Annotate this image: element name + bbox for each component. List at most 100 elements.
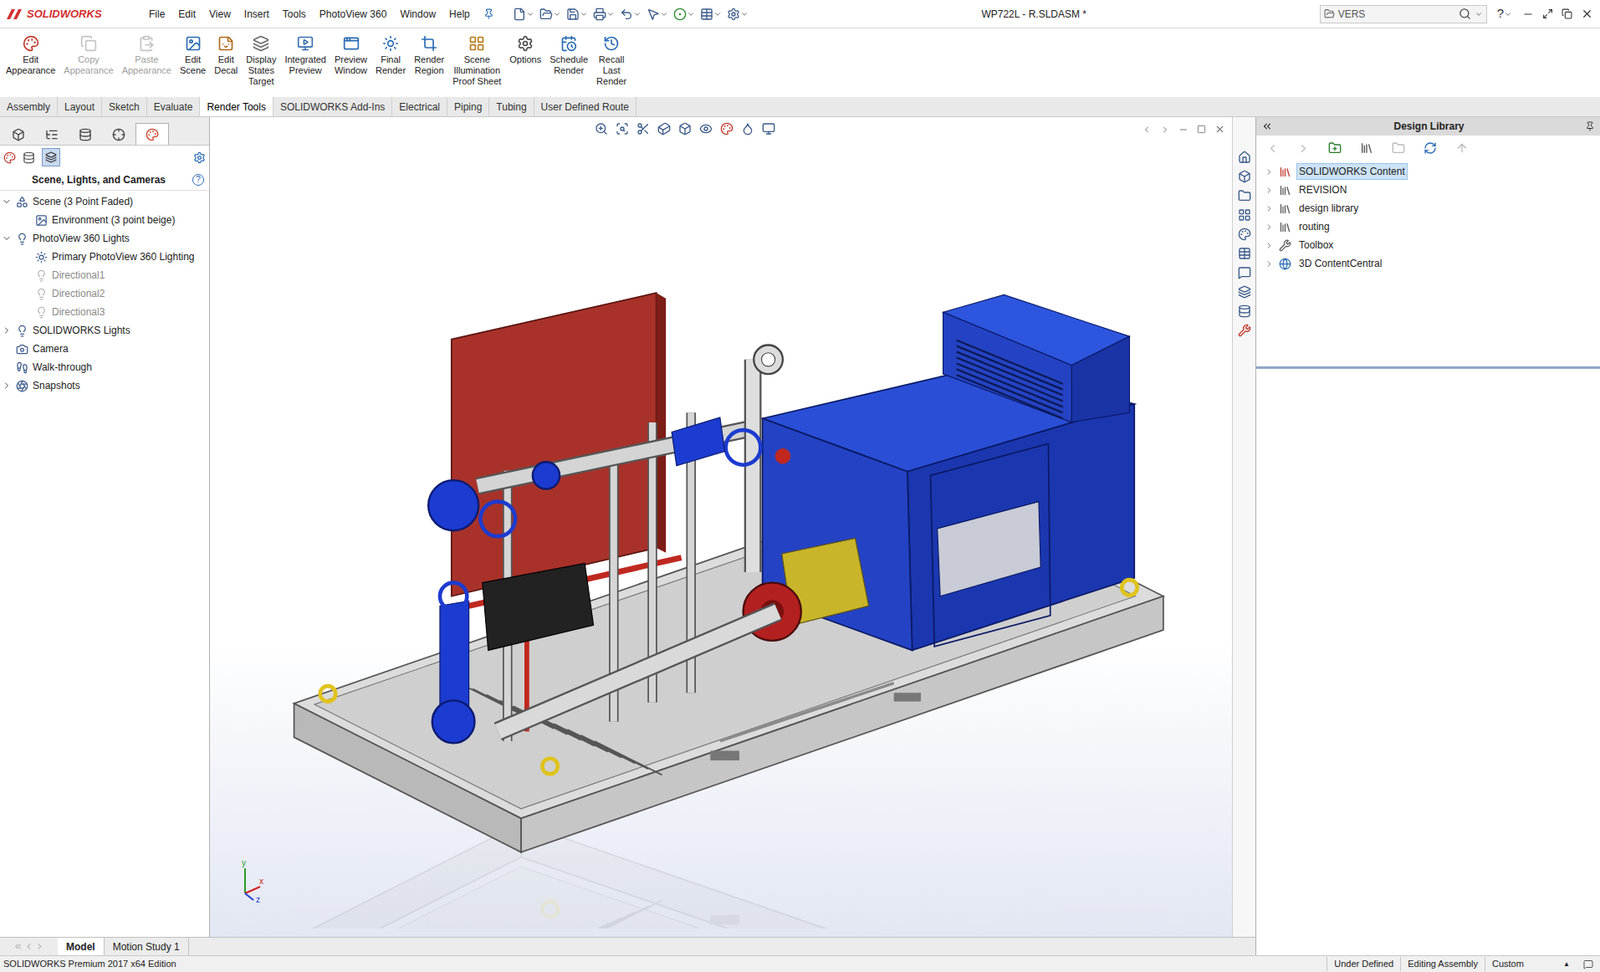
command-tab[interactable]: Piping <box>447 97 490 117</box>
graphics-area[interactable]: xyz <box>209 117 1256 937</box>
help-button[interactable]: ? <box>1497 4 1504 24</box>
command-tab[interactable]: SOLIDWORKS Add-Ins <box>273 97 393 117</box>
manager-tab[interactable] <box>1 122 36 145</box>
ribbon-button[interactable]: Options <box>505 35 546 66</box>
task-pane-tab-icon[interactable] <box>1237 227 1252 241</box>
dropdown-arrow-icon[interactable] <box>1474 10 1483 19</box>
ribbon-button[interactable]: DisplayStatesTarget <box>241 35 281 87</box>
dropdown-arrow-icon[interactable] <box>606 10 615 19</box>
help-button[interactable]: ? <box>192 173 205 186</box>
ribbon-button[interactable]: SceneIlluminationProof Sheet <box>448 35 506 87</box>
dropdown-arrow-icon[interactable] <box>1503 10 1513 19</box>
library-item[interactable]: design library <box>1264 199 1600 218</box>
ribbon-button[interactable]: IntegratedPreview <box>280 35 331 77</box>
menu-item[interactable]: PhotoView 360 <box>312 6 394 22</box>
select-icon[interactable] <box>646 7 660 21</box>
expand-icon[interactable] <box>1264 204 1274 214</box>
menu-item[interactable]: Window <box>393 6 443 22</box>
expand-icon[interactable] <box>1264 222 1274 232</box>
tree-item[interactable]: Environment (3 point beige) <box>0 210 210 230</box>
tree-item[interactable]: Primary PhotoView 360 Lighting <box>0 247 210 266</box>
assembly-model[interactable] <box>218 142 1224 929</box>
view-tool-icon[interactable] <box>741 122 755 136</box>
tree-item[interactable]: SOLIDWORKS Lights <box>0 321 210 340</box>
menu-item[interactable]: Tools <box>276 6 313 22</box>
tree-item[interactable]: Directional3 <box>0 302 210 322</box>
menu-item[interactable]: Edit <box>171 6 203 22</box>
prev-tab-icon[interactable] <box>24 941 34 951</box>
task-pane-tab-icon[interactable] <box>1237 304 1252 318</box>
command-tab[interactable]: Assembly <box>0 97 58 117</box>
scene-lights-icon[interactable] <box>45 151 57 164</box>
collapse-pane-icon[interactable] <box>1261 120 1273 133</box>
dropdown-arrow-icon[interactable] <box>740 10 749 19</box>
minimize-icon[interactable] <box>1522 8 1534 21</box>
expand-icon[interactable] <box>1 233 12 244</box>
task-pane-tab-icon[interactable] <box>1237 285 1252 299</box>
dropdown-arrow-icon[interactable] <box>526 10 535 19</box>
command-tab[interactable]: Layout <box>57 97 103 117</box>
task-pane-tab-icon[interactable] <box>1237 265 1252 280</box>
bottom-tab[interactable]: Model <box>57 937 105 956</box>
task-pane-tab-icon[interactable] <box>1237 246 1252 261</box>
new-file-icon[interactable] <box>512 7 527 21</box>
manager-tab[interactable] <box>135 122 169 145</box>
ribbon-button[interactable]: RenderRegion <box>409 35 449 77</box>
ribbon-button[interactable]: PreviewWindow <box>330 35 372 77</box>
library-item[interactable]: REVISION <box>1264 180 1600 200</box>
collapse-icon[interactable] <box>1141 124 1152 135</box>
restore-icon[interactable] <box>1561 8 1573 20</box>
manager-tab[interactable] <box>102 122 136 145</box>
task-pane-tab-icon[interactable] <box>1237 208 1252 222</box>
open-icon[interactable] <box>539 7 553 21</box>
pin-icon[interactable] <box>1584 121 1595 132</box>
menu-item[interactable]: File <box>142 6 172 22</box>
expand-icon[interactable] <box>1 196 12 207</box>
manager-tab[interactable] <box>68 122 103 145</box>
menu-item[interactable]: View <box>202 6 238 22</box>
ribbon-button[interactable]: EditScene <box>175 35 210 77</box>
ribbon-button[interactable]: FinalRender <box>371 35 410 77</box>
tree-item[interactable]: Directional1 <box>0 265 210 285</box>
library-item[interactable]: Toolbox <box>1264 235 1600 255</box>
refresh-icon[interactable] <box>1423 141 1437 155</box>
ribbon-button[interactable]: RecallLastRender <box>592 35 631 87</box>
first-tab-icon[interactable] <box>13 941 23 951</box>
rebuild-icon[interactable] <box>673 7 687 21</box>
print-icon[interactable] <box>592 7 607 21</box>
appearance-icon[interactable] <box>3 151 16 164</box>
ribbon-button[interactable]: PasteAppearance <box>117 35 176 77</box>
search-box[interactable]: VERS <box>1319 5 1488 24</box>
ribbon-button[interactable]: ScheduleRender <box>545 35 593 77</box>
close-icon[interactable] <box>1214 123 1226 135</box>
library-item[interactable]: 3D ContentCentral <box>1264 254 1600 273</box>
tree-item[interactable]: Walk-through <box>0 357 210 377</box>
task-pane-tab-icon[interactable] <box>1237 169 1252 184</box>
search-icon[interactable] <box>1458 7 1472 21</box>
notifications-icon[interactable] <box>1583 959 1594 970</box>
expand-icon[interactable] <box>1264 240 1274 251</box>
tree-item[interactable]: Snapshots <box>0 376 210 395</box>
app-logo[interactable]: SOLIDWORKS <box>0 5 143 23</box>
ribbon-button[interactable]: CopyAppearance <box>59 35 118 77</box>
task-pane-tab-icon[interactable] <box>1237 323 1252 338</box>
settings-icon[interactable] <box>193 151 206 164</box>
forward-icon[interactable] <box>1297 142 1310 155</box>
expand-icon[interactable] <box>1160 124 1171 135</box>
expand-icon[interactable] <box>1264 259 1274 269</box>
view-tool-icon[interactable] <box>761 122 776 136</box>
minimize-icon[interactable] <box>1178 124 1189 135</box>
view-tool-icon[interactable] <box>720 122 734 136</box>
tree-item[interactable]: Camera <box>0 339 210 358</box>
manager-tab[interactable] <box>35 122 69 145</box>
add-location-icon[interactable] <box>1328 141 1342 155</box>
tile-icon[interactable] <box>1542 8 1554 20</box>
pane-divider[interactable] <box>1256 366 1600 369</box>
maximize-icon[interactable] <box>1196 124 1207 134</box>
command-tab[interactable]: Evaluate <box>147 97 201 117</box>
library-icon[interactable] <box>1359 141 1374 155</box>
library-item[interactable]: routing <box>1264 217 1600 236</box>
ribbon-button[interactable]: EditDecal <box>209 35 242 77</box>
pin-icon[interactable] <box>483 8 495 20</box>
view-tool-icon[interactable] <box>636 122 650 136</box>
